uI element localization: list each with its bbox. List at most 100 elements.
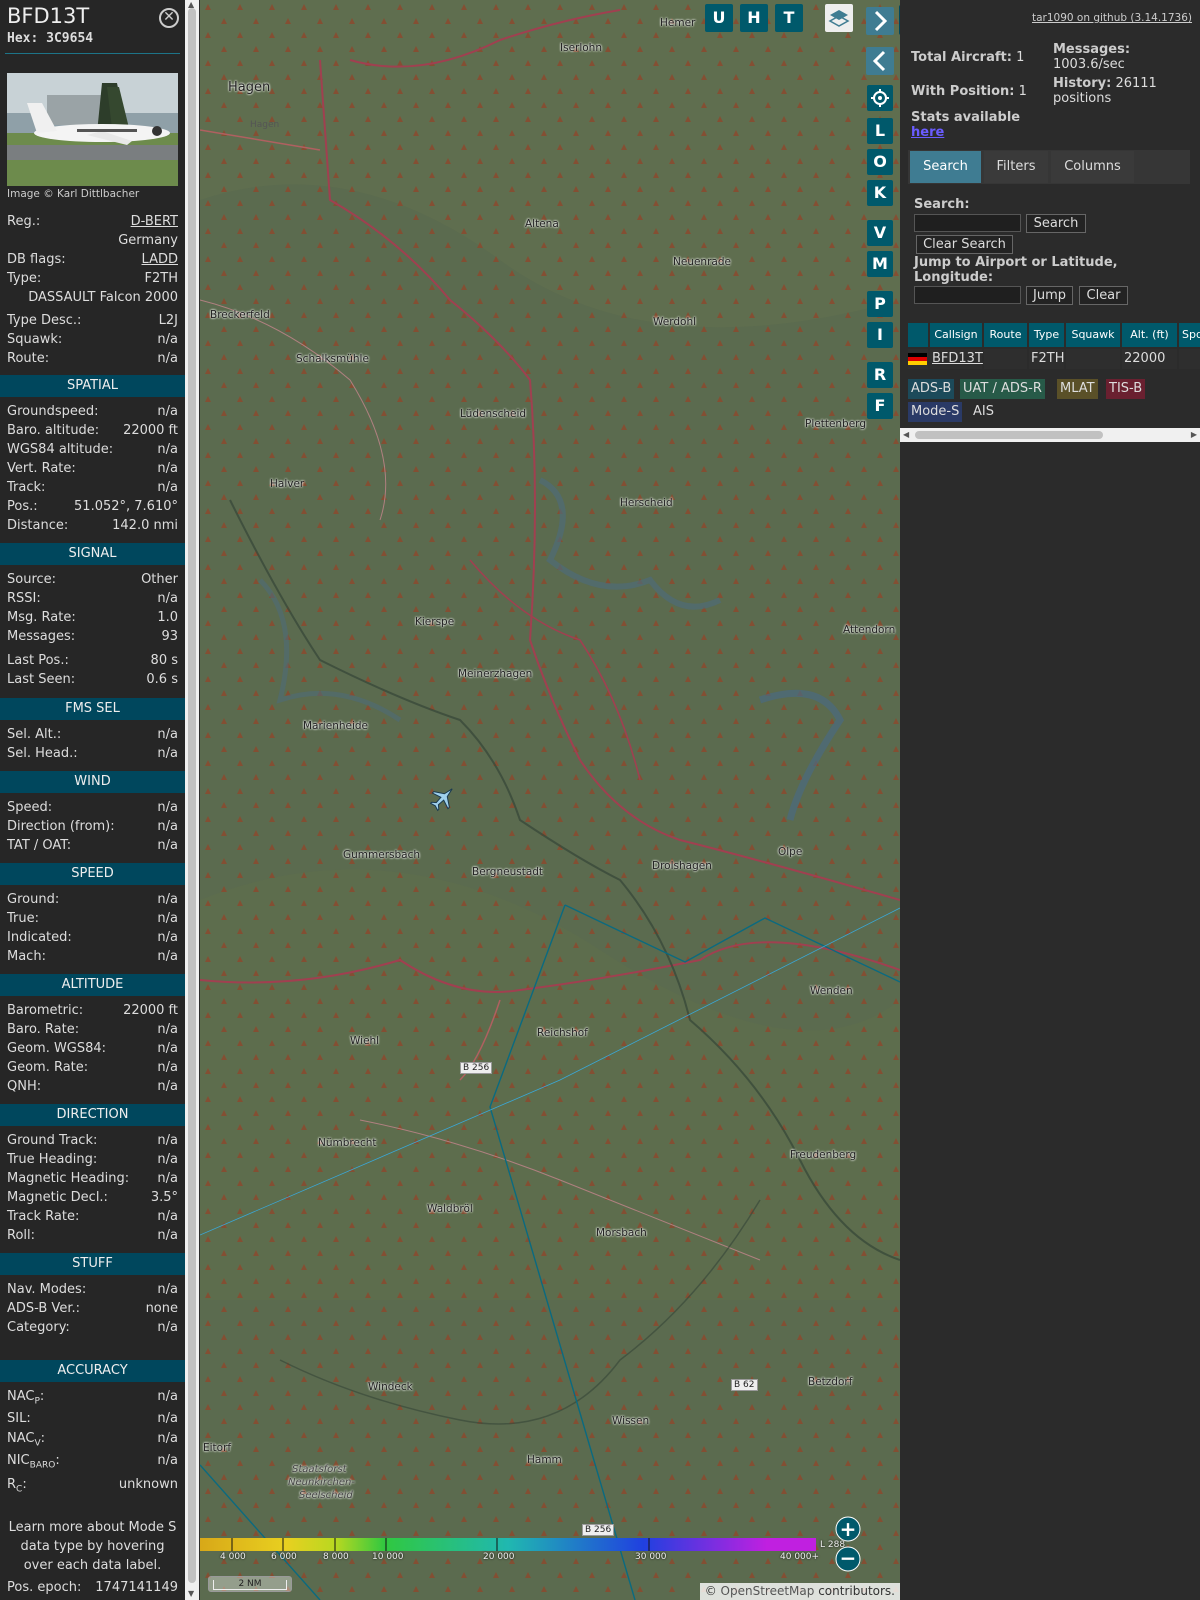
zoom-out-button[interactable]: − <box>836 1547 860 1571</box>
map-label: Altena <box>525 218 559 230</box>
ladd-link[interactable]: LADD <box>142 252 178 267</box>
detail-row: RC: unknown <box>7 1477 178 1495</box>
detail-row: Groundspeed: n/a <box>7 404 178 419</box>
button-u[interactable]: U <box>705 4 733 32</box>
sidebar-scrollbar[interactable]: ▲ ▼ <box>185 0 199 1600</box>
badge-mlat[interactable]: MLAT <box>1057 379 1098 399</box>
expand-right-button[interactable] <box>866 7 894 35</box>
detail-row: True Heading: n/a <box>7 1152 178 1167</box>
badge-modes[interactable]: Mode-S <box>908 402 963 422</box>
chevron-left-icon <box>872 50 886 72</box>
section-stuff: STUFF <box>0 1253 185 1275</box>
jump-label: Jump to Airport or Latitude, Longitude: <box>914 255 1118 285</box>
tab-filters[interactable]: Filters <box>984 151 1048 183</box>
button-i[interactable]: I <box>867 322 893 348</box>
chevron-right-icon <box>874 10 888 32</box>
column-header-route[interactable]: Route <box>984 323 1027 347</box>
alt-legend-label: 6 000 <box>271 1552 297 1562</box>
tab-search[interactable]: Search <box>910 151 981 183</box>
detail-row: Category: n/a <box>7 1320 178 1335</box>
clear-search-button[interactable]: Clear Search <box>916 235 1013 254</box>
map-label: Wiehl <box>350 1035 380 1047</box>
button-k[interactable]: K <box>867 180 893 206</box>
scroll-right-icon[interactable]: ▶ <box>1191 430 1197 439</box>
detail-row: Last Pos.: 80 s <box>7 653 178 668</box>
typename-row: DASSAULT Falcon 2000 <box>28 290 178 305</box>
clear-button[interactable]: Clear <box>1079 286 1128 305</box>
mode-s-note: Learn more about Mode S data type by hov… <box>8 1520 177 1573</box>
photo-credit: Image © Karl Dittlbacher <box>7 188 140 200</box>
map-label: Kierspe <box>415 616 455 628</box>
scroll-left-icon[interactable]: ◀ <box>903 430 909 439</box>
github-link[interactable]: tar1090 on github (3.14.1736) <box>1032 12 1192 24</box>
map-label: Meinerzhagen <box>458 668 533 680</box>
zoom-in-button[interactable]: + <box>836 1517 860 1541</box>
map-label: Werdohl <box>653 316 697 328</box>
collapse-left-button[interactable] <box>866 47 894 75</box>
alt-legend-label: 40 000+ <box>780 1552 820 1562</box>
row-callsign[interactable]: BFD13T <box>930 349 983 369</box>
map-canvas[interactable]: Hemer Iserlohn Hagen Hagen Altena Neuenr… <box>200 0 900 1600</box>
button-v[interactable]: V <box>867 220 893 246</box>
column-header-callsign[interactable]: Callsign <box>930 323 982 347</box>
detail-row: Vert. Rate: n/a <box>7 461 178 476</box>
detail-row: Geom. WGS84: n/a <box>7 1041 178 1056</box>
search-button[interactable]: Search <box>1026 214 1086 233</box>
badge-uat[interactable]: UAT / ADS-R <box>960 379 1045 399</box>
layers-button[interactable] <box>825 4 853 32</box>
map-label: Neuenrade <box>673 256 731 268</box>
total-aircraft: Total Aircraft: 1 <box>911 50 1025 65</box>
search-label: Search: <box>914 197 970 212</box>
map-label: Seelscheid <box>299 1490 353 1501</box>
detail-row: Track: n/a <box>7 480 178 495</box>
aircraft-photo[interactable] <box>7 73 178 186</box>
map-label: Hagen <box>228 80 271 95</box>
button-h[interactable]: H <box>740 4 768 32</box>
detail-row: Geom. Rate: n/a <box>7 1060 178 1075</box>
detail-row: Nav. Modes: n/a <box>7 1282 178 1297</box>
detail-row: True: n/a <box>7 911 178 926</box>
alt-legend-label: 8 000 <box>323 1552 349 1562</box>
map-label: Neunkirchen- <box>288 1477 355 1488</box>
jump-button[interactable]: Jump <box>1026 286 1073 305</box>
typedesc-row: Type Desc.: L2J <box>7 313 178 328</box>
divider <box>5 53 180 54</box>
button-p[interactable]: P <box>867 291 893 317</box>
detail-row: NACP: n/a <box>7 1389 178 1407</box>
column-header-squawk[interactable]: Squawk <box>1066 323 1120 347</box>
settings-button[interactable] <box>867 85 893 111</box>
column-header-speed[interactable]: Spd. <box>1179 323 1200 347</box>
stats-link[interactable]: here <box>911 125 944 140</box>
button-f[interactable]: F <box>867 393 893 419</box>
registration-link[interactable]: D-BERT <box>131 214 178 229</box>
column-header-altitude[interactable]: Alt. (ft) <box>1122 323 1177 347</box>
row-route <box>984 349 1027 369</box>
detail-row: WGS84 altitude: n/a <box>7 442 178 457</box>
row-altitude: 22000 <box>1122 349 1177 369</box>
button-t[interactable]: T <box>775 4 803 32</box>
tab-columns[interactable]: Columns <box>1051 151 1134 183</box>
alt-legend-label: 4 000 <box>220 1552 246 1562</box>
badge-ais[interactable]: AIS <box>970 402 997 422</box>
column-header-flag[interactable] <box>908 323 928 347</box>
badge-tisb[interactable]: TIS-B <box>1106 379 1146 399</box>
detail-row: TAT / OAT: n/a <box>7 838 178 853</box>
button-l[interactable]: L <box>867 118 893 144</box>
scroll-thumb[interactable] <box>188 8 196 1583</box>
search-input[interactable] <box>914 214 1021 232</box>
detail-row: Baro. altitude: 22000 ft <box>7 423 178 438</box>
close-icon[interactable]: ✕ <box>159 8 179 28</box>
scroll-thumb[interactable] <box>915 431 1103 439</box>
badge-adsb[interactable]: ADS-B <box>908 379 955 399</box>
button-o[interactable]: O <box>867 149 893 175</box>
jump-input[interactable] <box>914 286 1021 304</box>
button-r[interactable]: R <box>867 362 893 388</box>
row-squawk <box>1066 349 1120 369</box>
button-m[interactable]: M <box>867 251 893 277</box>
detail-row: Pos.: 51.052°, 7.610° <box>7 499 178 514</box>
map-label: Gummersbach <box>343 849 421 861</box>
scroll-down-icon[interactable]: ▼ <box>188 1589 194 1598</box>
osm-link[interactable]: OpenStreetMap <box>721 1584 815 1598</box>
column-header-type[interactable]: Type <box>1029 323 1064 347</box>
table-horizontal-scrollbar[interactable]: ◀ ▶ <box>900 428 1200 442</box>
